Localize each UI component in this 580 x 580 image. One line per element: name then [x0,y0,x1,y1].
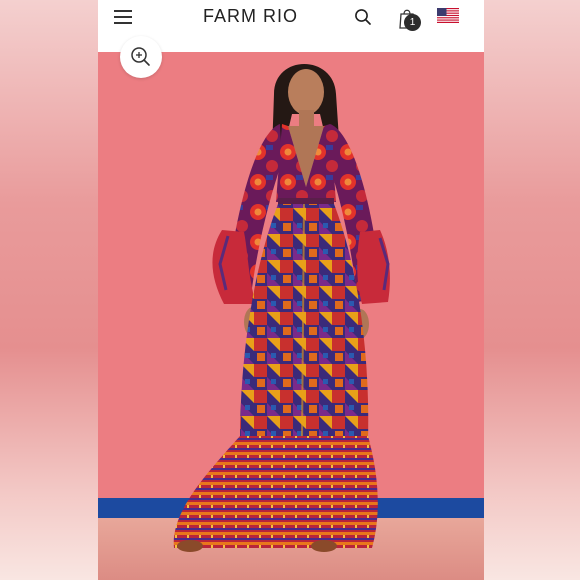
brand-logo[interactable]: FARM RIO [203,6,307,26]
us-flag-icon[interactable] [437,8,459,23]
hamburger-menu-icon[interactable] [114,9,132,25]
zoom-in-icon [131,47,150,66]
background-blur-left [0,0,98,580]
mobile-screen: FARM RIO 1 [98,0,484,580]
model-in-maxi-dress [173,64,390,552]
search-icon[interactable] [354,8,372,26]
product-image[interactable] [98,52,484,580]
zoom-button[interactable] [120,36,162,78]
background-blur-right [484,0,580,580]
cart-count-badge: 1 [404,14,421,31]
